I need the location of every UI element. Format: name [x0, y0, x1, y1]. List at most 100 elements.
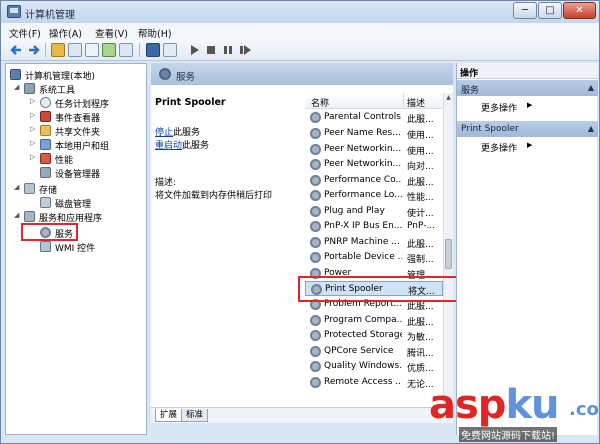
tab-standard[interactable]: 标准 [181, 409, 209, 422]
more-actions-services[interactable]: 更多操作 ▶ [481, 101, 532, 114]
table-row[interactable]: Peer Networkin... 向对... [305, 157, 443, 172]
collapse-arrow-icon[interactable]: ▲ [588, 83, 594, 92]
watermark-logo: aspku [429, 382, 560, 428]
table-row[interactable]: Peer Name Res... 使用... [305, 126, 443, 141]
table-row[interactable]: Remote Access ... 无论... [305, 375, 443, 390]
navigation-tree: 计算机管理(本地) ◢ 系统工具 ▷ 任务计划程序 ▷ 事件查看器 ▷ 共享文件… [5, 63, 147, 435]
service-description: 性能... [407, 193, 434, 203]
tree-item-label: WMI 控件 [55, 244, 96, 254]
service-name: Peer Name Res... [324, 128, 401, 138]
collapsed-triangle-icon[interactable]: ▷ [30, 111, 38, 119]
watermark-domain: .com [569, 399, 600, 420]
table-row[interactable]: Quality Windows... 优质... [305, 359, 443, 374]
system-tools-icon [24, 83, 35, 94]
table-row[interactable]: PnP-X IP Bus En... PnP-... [305, 219, 443, 234]
service-gear-icon [310, 330, 321, 341]
users-icon [40, 139, 51, 150]
refresh-icon[interactable] [102, 43, 116, 57]
up-folder-icon[interactable] [51, 43, 65, 57]
table-row[interactable]: Peer Networkin... 使用... [305, 142, 443, 157]
table-row[interactable]: Protected Storage 为敏... [305, 328, 443, 343]
table-row[interactable]: QPCore Service 腾讯... [305, 344, 443, 359]
vertical-scrollbar[interactable]: ▲ ▼ [443, 93, 453, 405]
help-icon[interactable] [146, 43, 160, 57]
start-service-icon[interactable] [187, 43, 201, 57]
restart-service-icon[interactable] [238, 43, 252, 57]
action-section-print-spooler[interactable]: Print Spooler ▲ [457, 121, 598, 137]
collapsed-triangle-icon[interactable]: ▷ [30, 97, 38, 105]
tree-item-label: 存储 [39, 186, 58, 196]
column-header-description[interactable]: 描述 [407, 96, 425, 109]
watermark-logo-asp: asp [429, 382, 506, 428]
table-row[interactable]: Program Compa... 此服... [305, 313, 443, 328]
action-section-label: Print Spooler [461, 124, 519, 134]
back-arrow-icon[interactable] [9, 43, 23, 57]
stop-link[interactable]: 停止 [155, 128, 173, 138]
table-row[interactable]: Portable Device ... 强制... [305, 250, 443, 265]
more-actions-print-spooler[interactable]: 更多操作 ▶ [481, 141, 532, 154]
minimize-button[interactable]: ─ [513, 2, 537, 19]
scroll-thumb[interactable] [445, 239, 452, 269]
service-name: Peer Networkin... [324, 159, 402, 169]
menu-view[interactable]: 查看(V) [95, 26, 128, 40]
service-gear-icon [310, 206, 321, 217]
expanded-triangle-icon[interactable]: ◢ [14, 211, 22, 219]
export-list-icon[interactable] [119, 43, 133, 57]
menu-action[interactable]: 操作(A) [49, 26, 82, 40]
menu-file[interactable]: 文件(F) [9, 26, 41, 40]
collapsed-triangle-icon[interactable]: ▷ [30, 139, 38, 147]
menu-bar: 文件(F) 操作(A) 查看(V) 帮助(H) [1, 23, 599, 40]
tree-item-label: 共享文件夹 [55, 128, 101, 138]
service-description: 腾讯... [407, 349, 434, 359]
collapse-arrow-icon[interactable]: ▲ [588, 124, 594, 133]
tree-item-label: 本地用户和组 [55, 142, 110, 152]
expanded-triangle-icon[interactable]: ◢ [14, 183, 22, 191]
restart-link[interactable]: 重启动 [155, 141, 182, 151]
show-hide-tree-icon[interactable] [68, 43, 82, 57]
disk-icon [40, 197, 51, 208]
list-header: 名称 描述 [305, 93, 443, 109]
services-header-title: 服务 [176, 72, 196, 83]
service-name: QPCore Service [324, 346, 394, 356]
expanded-triangle-icon[interactable]: ◢ [14, 83, 22, 91]
properties-icon[interactable] [85, 43, 99, 57]
toolbar-separator [139, 43, 140, 57]
service-gear-icon [310, 361, 321, 372]
tab-extended[interactable]: 扩展 [155, 409, 183, 422]
table-row[interactable]: Performance Co... 此服... [305, 173, 443, 188]
service-name: Peer Networkin... [324, 144, 402, 154]
table-row[interactable]: PNRP Machine ... 此服... [305, 235, 443, 250]
computer-management-icon [7, 5, 21, 18]
clock-icon [40, 97, 51, 108]
table-row[interactable]: Performance Lo... 性能... [305, 188, 443, 203]
title-bar: 计算机管理 ─ □ ✕ [1, 1, 599, 23]
window-title: 计算机管理 [25, 10, 75, 21]
gear-icon [159, 68, 171, 80]
storage-icon [24, 183, 35, 194]
service-name: Performance Lo... [324, 190, 402, 200]
service-description: 此服... [407, 318, 434, 328]
forward-arrow-icon[interactable] [27, 43, 41, 57]
service-description: PnP-... [407, 221, 436, 231]
maximize-button[interactable]: □ [538, 2, 562, 19]
scroll-up-icon[interactable]: ▲ [445, 94, 452, 101]
collapsed-triangle-icon[interactable]: ▷ [30, 125, 38, 133]
close-button[interactable]: ✕ [563, 2, 596, 19]
pause-service-icon[interactable] [221, 43, 235, 57]
performance-icon [40, 153, 51, 164]
column-header-name[interactable]: 名称 [311, 96, 329, 109]
table-row[interactable]: Plug and Play 使计... [305, 204, 443, 219]
restart-service-link: 重启动此服务 [155, 138, 209, 151]
menu-help[interactable]: 帮助(H) [138, 26, 172, 40]
service-gear-icon [310, 252, 321, 263]
table-row[interactable]: Parental Controls 此服... [305, 110, 443, 125]
submenu-arrow-icon: ▶ [527, 141, 533, 149]
collapsed-triangle-icon[interactable]: ▷ [30, 153, 38, 161]
description-label: 描述: [155, 178, 177, 188]
column-divider[interactable] [403, 93, 404, 109]
show-action-pane-icon[interactable] [163, 43, 177, 57]
watermark: aspku .com 免费网站源码下载站! [429, 382, 600, 442]
device-manager-icon [40, 167, 51, 178]
stop-service-icon[interactable] [204, 43, 218, 57]
action-section-services[interactable]: 服务 ▲ [457, 80, 598, 96]
